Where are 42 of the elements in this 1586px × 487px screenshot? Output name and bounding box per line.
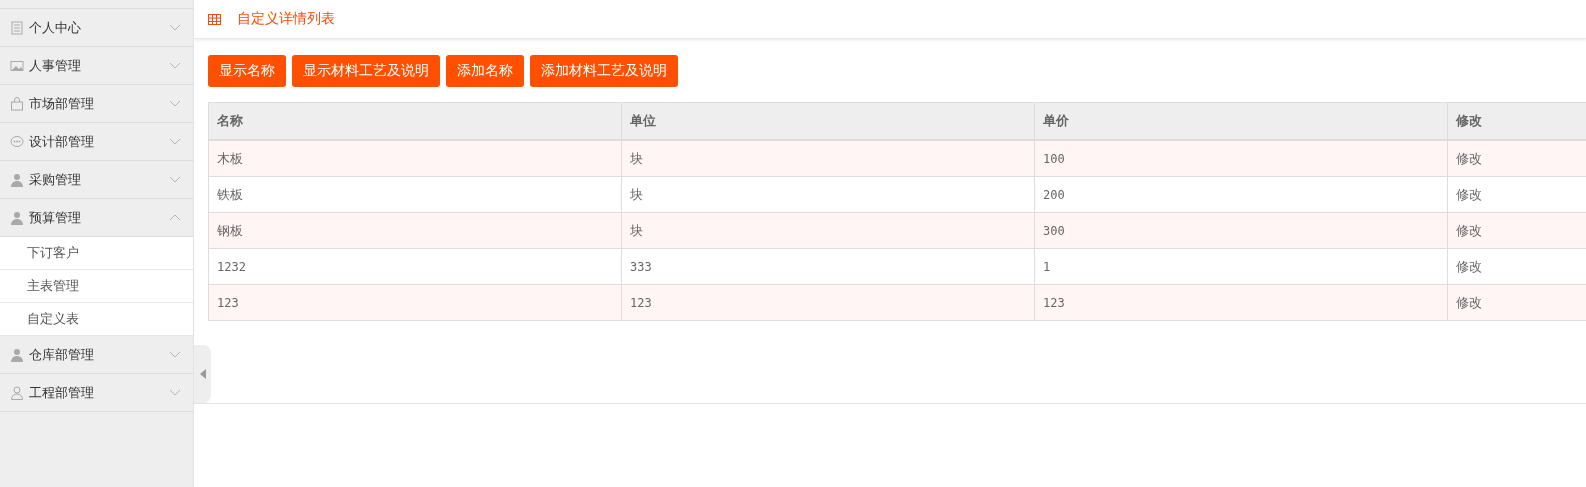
collapse-handle[interactable] xyxy=(194,345,211,403)
table-cell: 333 xyxy=(621,248,1035,285)
table-cell: 200 xyxy=(1034,176,1448,213)
sidebar-subitem[interactable]: 自定义表 xyxy=(0,303,193,336)
column-header: 单位 xyxy=(621,102,1035,140)
table-cell: 1 xyxy=(1034,248,1448,285)
column-header: 名称 xyxy=(208,102,622,140)
table-cell: 铁板 xyxy=(208,176,622,213)
page-title: 自定义详情列表 xyxy=(237,10,335,28)
person-icon xyxy=(10,347,24,362)
document-icon xyxy=(10,20,24,35)
person-icon xyxy=(10,210,24,225)
sidebar-subitem[interactable]: 下订客户 xyxy=(0,237,193,270)
chevron-down-icon xyxy=(169,24,181,31)
person-icon xyxy=(10,385,24,400)
column-header: 单价 xyxy=(1034,102,1448,140)
chat-icon xyxy=(10,134,24,149)
table-cell: 123 xyxy=(208,284,622,321)
chevron-down-icon xyxy=(169,138,181,145)
chevron-down-icon xyxy=(169,389,181,396)
table-cell: 123 xyxy=(621,284,1035,321)
table-cell: 块 xyxy=(621,140,1035,177)
table-cell: 块 xyxy=(621,212,1035,249)
table-cell: 1232 xyxy=(208,248,622,285)
image-icon xyxy=(10,58,24,73)
table-cell: 100 xyxy=(1034,140,1448,177)
bag-icon xyxy=(10,96,24,111)
table-cell: 块 xyxy=(621,176,1035,213)
table-icon xyxy=(208,13,221,25)
chevron-down-icon xyxy=(169,351,181,358)
person-icon xyxy=(10,172,24,187)
table-cell: 123 xyxy=(1034,284,1448,321)
sidebar-subitem[interactable]: 主表管理 xyxy=(0,270,193,303)
chevron-down-icon xyxy=(169,62,181,69)
chevron-down-icon xyxy=(169,176,181,183)
table-cell: 钢板 xyxy=(208,212,622,249)
column-header: 修改 xyxy=(1447,102,1586,140)
chevron-up-icon xyxy=(169,214,181,221)
caret-left-icon xyxy=(199,369,206,379)
table-cell: 木板 xyxy=(208,140,622,177)
table-cell: 300 xyxy=(1034,212,1448,249)
chevron-down-icon xyxy=(169,100,181,107)
